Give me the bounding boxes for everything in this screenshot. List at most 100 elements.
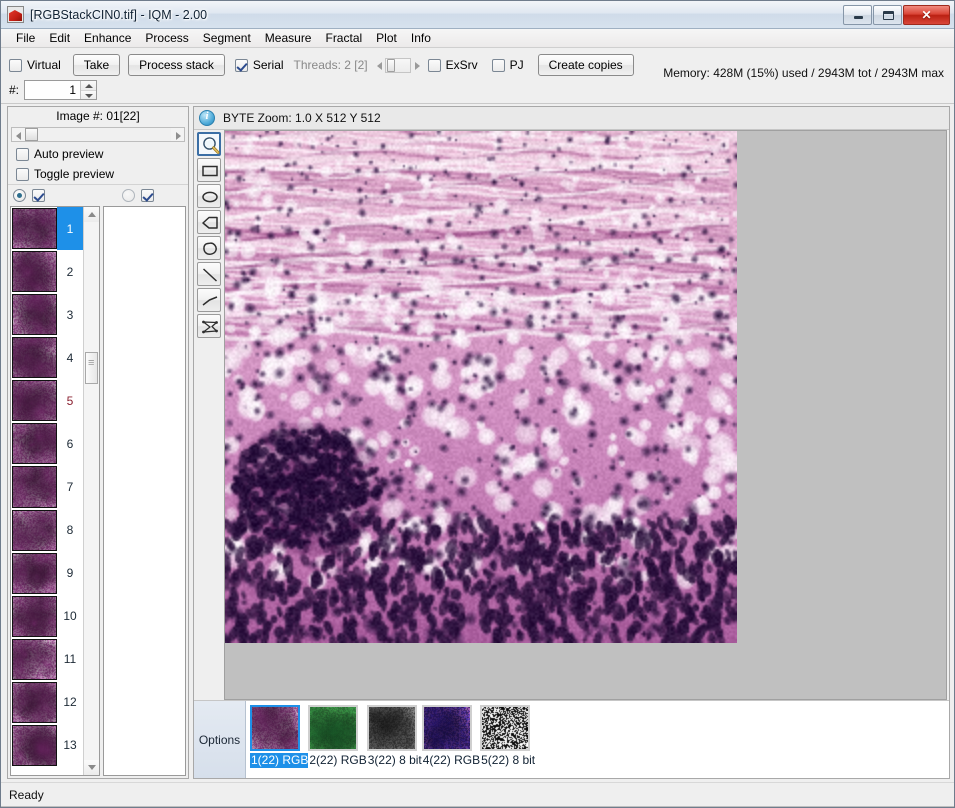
panel-selector-row xyxy=(8,184,188,206)
image-index-scroll-track[interactable] xyxy=(25,128,171,141)
thumbnail-list[interactable]: 12345678910111213 xyxy=(10,206,100,776)
scroll-left-icon[interactable] xyxy=(12,128,25,141)
left-list-checkbox[interactable] xyxy=(32,189,45,202)
image-tab-thumbnail[interactable] xyxy=(422,705,472,751)
right-list-checkbox[interactable] xyxy=(141,189,154,202)
thumbnail-row[interactable]: 2 xyxy=(11,250,83,293)
auto-preview-checkbox[interactable]: Auto preview xyxy=(8,144,188,164)
freehand-tool-button[interactable] xyxy=(197,236,221,260)
menu-info[interactable]: Info xyxy=(404,30,438,47)
thumbnail-row[interactable]: 7 xyxy=(11,465,83,508)
image-tab[interactable]: 3(22) 8 bit xyxy=(367,705,422,768)
spline-tool-button[interactable] xyxy=(197,314,221,338)
image-tab-label: 4(22) RGB xyxy=(422,753,480,768)
thumbnail-row[interactable]: 5 xyxy=(11,379,83,422)
image-number-spin-buttons[interactable] xyxy=(80,81,96,99)
scroll-right-icon[interactable] xyxy=(171,128,184,141)
secondary-list[interactable] xyxy=(103,206,186,776)
image-canvas[interactable] xyxy=(224,130,947,700)
close-button[interactable]: ✕ xyxy=(903,5,950,25)
exsrv-checkbox[interactable]: ExSrv xyxy=(428,58,478,72)
menu-measure[interactable]: Measure xyxy=(258,30,319,47)
right-list-radio[interactable] xyxy=(122,189,135,202)
threads-slider-thumb[interactable] xyxy=(387,59,395,72)
image-index-scroll-thumb[interactable] xyxy=(25,128,38,141)
line-tool-button[interactable] xyxy=(197,262,221,286)
thumbnail-row[interactable]: 12 xyxy=(11,681,83,724)
thumbnail-row[interactable]: 4 xyxy=(11,336,83,379)
image-tab-thumbnail[interactable] xyxy=(480,705,530,751)
thumbnail-scroll-track[interactable] xyxy=(84,222,99,760)
threads-decrease-icon[interactable] xyxy=(374,58,385,73)
image-tab-thumbnail[interactable] xyxy=(250,705,300,751)
thumbnail-row[interactable]: 9 xyxy=(11,552,83,595)
image-tab[interactable]: 1(22) RGB xyxy=(250,705,308,768)
image-index-scrollbar[interactable] xyxy=(11,127,185,142)
angle-icon xyxy=(200,291,220,311)
image-tab[interactable]: 5(22) 8 bit xyxy=(480,705,535,768)
menu-segment[interactable]: Segment xyxy=(196,30,258,47)
memory-status-label: Memory: 428M (15%) used / 2943M tot / 29… xyxy=(663,66,944,80)
image-tab[interactable]: 2(22) RGB xyxy=(308,705,366,768)
left-list-radio[interactable] xyxy=(13,189,26,202)
thumbnail-row[interactable]: 11 xyxy=(11,638,83,681)
menu-process[interactable]: Process xyxy=(138,30,195,47)
pj-checkbox[interactable]: PJ xyxy=(492,58,524,72)
create-copies-button[interactable]: Create copies xyxy=(538,54,634,76)
threads-slider[interactable] xyxy=(374,58,422,73)
thumbnail-image xyxy=(12,682,57,723)
image-tab[interactable]: 4(22) RGB xyxy=(422,705,480,768)
thumbnail-row[interactable]: 6 xyxy=(11,422,83,465)
thumbnail-row[interactable]: 10 xyxy=(11,595,83,638)
thumbnail-scrollbar[interactable] xyxy=(83,207,99,775)
serial-checkbox[interactable]: Serial xyxy=(235,58,284,72)
toggle-preview-checkbox[interactable]: Toggle preview xyxy=(8,164,188,184)
maximize-restore-button[interactable] xyxy=(873,5,902,25)
virtual-checkbox[interactable]: Virtual xyxy=(9,58,61,72)
thumbnail-number: 9 xyxy=(57,552,83,595)
threads-slider-track[interactable] xyxy=(385,58,411,73)
virtual-checkbox-box xyxy=(9,59,22,72)
menu-enhance[interactable]: Enhance xyxy=(77,30,138,47)
take-button[interactable]: Take xyxy=(73,54,120,76)
rectangle-icon xyxy=(200,161,220,181)
histology-image[interactable] xyxy=(225,131,737,643)
angle-tool-button[interactable] xyxy=(197,288,221,312)
application-window: [RGBStackCIN0.tif] - IQM - 2.00 ✕ File E… xyxy=(0,0,955,808)
thumbnail-row[interactable]: 1 xyxy=(11,207,83,250)
magnifier-tool-button[interactable] xyxy=(197,132,221,156)
menu-plot[interactable]: Plot xyxy=(369,30,404,47)
options-tab[interactable]: Options xyxy=(194,701,246,778)
ellipse-tool-button[interactable] xyxy=(197,184,221,208)
process-stack-button[interactable]: Process stack xyxy=(128,54,225,76)
scroll-up-icon[interactable] xyxy=(84,207,99,222)
ellipse-icon xyxy=(200,187,220,207)
image-tab-label: 2(22) RGB xyxy=(308,753,366,768)
window-controls: ✕ xyxy=(842,5,950,25)
spin-down-icon[interactable] xyxy=(81,90,96,99)
app-icon xyxy=(7,6,24,23)
image-number-stepper[interactable] xyxy=(24,80,97,100)
rectangle-tool-button[interactable] xyxy=(197,158,221,182)
thumbnail-row[interactable]: 8 xyxy=(11,509,83,552)
menu-fractal[interactable]: Fractal xyxy=(318,30,369,47)
thumbnail-image xyxy=(12,725,57,766)
scroll-down-icon[interactable] xyxy=(84,760,99,775)
spin-up-icon[interactable] xyxy=(81,81,96,90)
thumbnail-row[interactable]: 13 xyxy=(11,724,83,767)
image-number-input[interactable] xyxy=(25,81,80,99)
menu-file[interactable]: File xyxy=(9,30,42,47)
minimize-button[interactable] xyxy=(843,5,872,25)
menu-edit[interactable]: Edit xyxy=(42,30,77,47)
threads-increase-icon[interactable] xyxy=(411,58,422,73)
top-toolbar: Virtual Take Process stack Serial Thread… xyxy=(1,48,954,104)
image-tab-thumbnail[interactable] xyxy=(367,705,417,751)
title-bar: [RGBStackCIN0.tif] - IQM - 2.00 ✕ xyxy=(1,1,954,29)
polygon-tool-button[interactable] xyxy=(197,210,221,234)
image-tab-thumbnail[interactable] xyxy=(308,705,358,751)
thumbnail-image xyxy=(12,423,57,464)
info-icon xyxy=(199,110,215,126)
thumbnail-scroll-thumb[interactable] xyxy=(85,352,98,384)
auto-preview-checkbox-box xyxy=(16,148,29,161)
thumbnail-row[interactable]: 3 xyxy=(11,293,83,336)
